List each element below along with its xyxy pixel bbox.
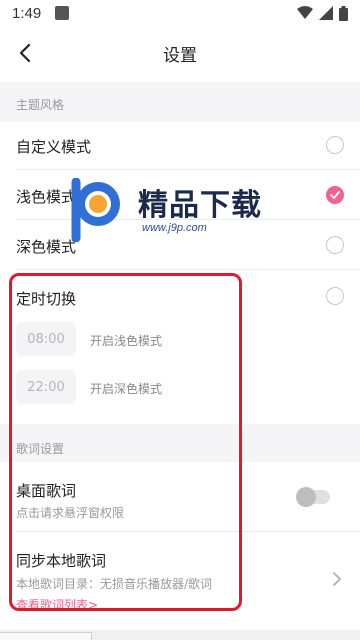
radio-button[interactable]	[326, 287, 344, 305]
sync-lyrics-title: 同步本地歌词	[16, 552, 107, 570]
bottom-tab	[0, 632, 92, 640]
light-time-chip[interactable]: 08:00	[16, 322, 76, 356]
radio-button[interactable]	[326, 136, 344, 154]
desktop-lyrics-title: 桌面歌词	[16, 482, 77, 500]
check-icon	[330, 191, 340, 199]
section-header-lyrics: 歌词设置	[0, 424, 360, 462]
desktop-lyrics-subtitle: 点击请求悬浮窗权限	[16, 506, 125, 520]
chevron-right-icon	[333, 572, 341, 586]
page-title: 设置	[163, 45, 197, 65]
view-lyrics-list-link[interactable]: 查看歌词列表>	[16, 596, 98, 613]
section-header-theme: 主题风格	[0, 82, 360, 122]
signal-icon	[319, 6, 333, 20]
status-bar: 1:49	[0, 0, 360, 26]
radio-button-checked[interactable]	[326, 186, 344, 204]
theme-option-label: 浅色模式	[16, 188, 77, 206]
schedule-label: 定时切换	[16, 290, 77, 308]
back-button[interactable]	[12, 40, 38, 66]
wifi-icon	[297, 6, 313, 19]
status-time: 1:49	[12, 4, 42, 22]
sync-lyrics-row[interactable]: 同步本地歌词 本地歌词目录：无损音乐播放器/歌词 查看歌词列表>	[0, 532, 360, 624]
nav-bar: 设置	[0, 26, 360, 80]
desktop-lyrics-toggle[interactable]	[296, 487, 330, 507]
radio-button[interactable]	[326, 236, 344, 254]
schedule-switch-row[interactable]: 定时切换 08:00 开启浅色模式 22:00 开启深色模式	[0, 270, 360, 424]
theme-option-dark[interactable]: 深色模式	[0, 220, 360, 270]
battery-icon	[339, 5, 348, 21]
theme-option-custom[interactable]: 自定义模式	[0, 122, 360, 170]
back-arrow-icon	[19, 44, 31, 62]
notification-icon	[55, 6, 70, 20]
theme-option-light[interactable]: 浅色模式	[0, 170, 360, 220]
theme-option-label: 自定义模式	[16, 138, 92, 156]
theme-option-label: 深色模式	[16, 238, 77, 256]
status-icons	[297, 5, 348, 21]
desktop-lyrics-row[interactable]: 桌面歌词 点击请求悬浮窗权限	[0, 462, 360, 532]
dark-time-desc: 开启深色模式	[90, 382, 163, 396]
light-time-desc: 开启浅色模式	[90, 334, 163, 348]
sync-lyrics-subtitle: 本地歌词目录：无损音乐播放器/歌词	[16, 577, 213, 591]
toggle-knob	[296, 487, 316, 507]
dark-time-chip[interactable]: 22:00	[16, 370, 76, 404]
